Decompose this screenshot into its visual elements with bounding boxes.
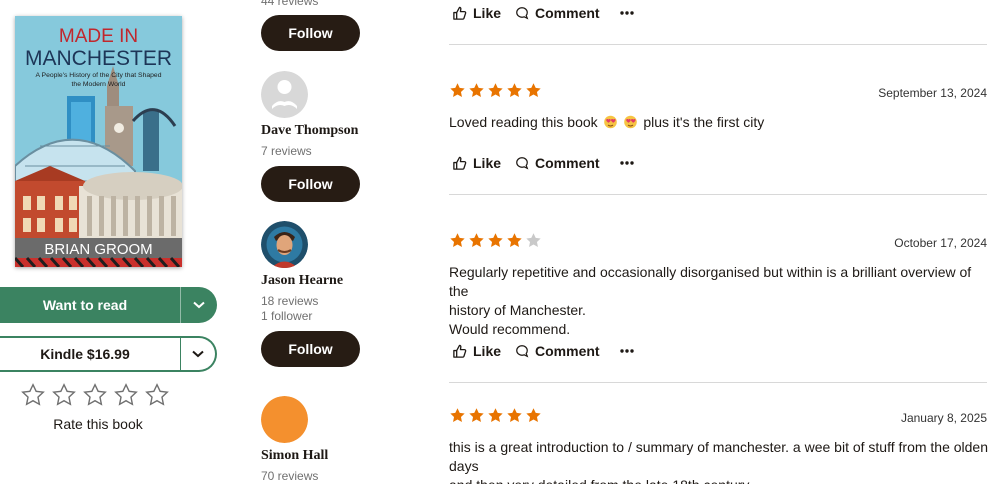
more-options-icon[interactable] [619, 161, 640, 165]
like-label[interactable]: Like [473, 155, 501, 171]
follow-button[interactable]: Follow [261, 166, 360, 202]
svg-text:MANCHESTER: MANCHESTER [25, 47, 172, 70]
comment-button[interactable]: Comment [515, 155, 600, 171]
filled-star-icon [487, 232, 504, 249]
reviewer-review-count: 7 reviews [261, 144, 312, 158]
review-text-line: Would recommend. [449, 321, 571, 337]
reviewer-name[interactable]: Jason Hearne [261, 273, 343, 289]
rate-star-2-icon[interactable] [51, 382, 77, 408]
want-to-read-button[interactable]: Want to read [0, 287, 217, 323]
comment-label[interactable]: Comment [535, 155, 600, 171]
reviewer-avatar[interactable] [261, 396, 308, 443]
reviewer-0-review-count: 44 reviews [261, 0, 319, 8]
kindle-buy-button[interactable]: Kindle $16.99 [0, 336, 217, 372]
filled-star-icon [487, 407, 504, 424]
review-text: Regularly repetitive and occasionally di… [449, 263, 989, 339]
review-text: Loved reading this book plus it's the fi… [449, 113, 989, 132]
filled-star-icon [487, 82, 504, 99]
reviewer-name[interactable]: Simon Hall [261, 448, 328, 464]
thumbs-up-icon [453, 6, 467, 20]
heart-face-emoji-icon [623, 115, 638, 129]
follow-button[interactable]: Follow [261, 15, 360, 51]
rate-this-book-label: Rate this book [53, 416, 143, 432]
filled-star-icon [449, 82, 466, 99]
rate-star-1-icon[interactable] [20, 382, 46, 408]
book-cover[interactable]: MADE IN MANCHESTER A People's History of… [15, 16, 182, 267]
review-actions: Like Comment [452, 5, 640, 21]
filled-star-icon [449, 232, 466, 249]
reviewer-card [261, 221, 308, 268]
like-button[interactable]: Like [452, 155, 501, 171]
review-text-line: history of Manchester. [449, 302, 586, 318]
review-actions: Like Comment [452, 343, 640, 359]
like-label[interactable]: Like [473, 343, 501, 359]
reviewer-name[interactable]: Dave Thompson [261, 123, 358, 139]
empty-star-icon [525, 232, 542, 249]
svg-text:MADE IN: MADE IN [59, 26, 138, 47]
more-options-icon[interactable] [619, 11, 640, 15]
book-cover-art: MADE IN MANCHESTER A People's History of… [15, 16, 182, 267]
reviewer-card [261, 71, 308, 118]
comment-button[interactable]: Comment [515, 5, 600, 21]
comment-label[interactable]: Comment [535, 343, 600, 359]
review-date[interactable]: October 17, 2024 [894, 236, 987, 250]
comment-bubble-icon [516, 345, 529, 358]
want-to-read-label[interactable]: Want to read [0, 297, 180, 313]
filled-star-icon [506, 407, 523, 424]
comment-button[interactable]: Comment [515, 343, 600, 359]
rate-book-stars[interactable] [20, 382, 170, 408]
rate-star-5-icon[interactable] [144, 382, 170, 408]
reviewer-avatar[interactable] [261, 221, 308, 268]
like-button[interactable]: Like [452, 5, 501, 21]
thumbs-up-icon [453, 156, 467, 170]
filled-star-icon [506, 82, 523, 99]
like-button[interactable]: Like [452, 343, 501, 359]
heart-face-emoji-icon [603, 115, 618, 129]
review-text-part: Loved reading this book [449, 114, 598, 130]
filled-star-icon [449, 407, 466, 424]
svg-text:the Modern World: the Modern World [72, 81, 126, 88]
review-text-part: plus it's the first city [643, 114, 765, 130]
reviewer-avatar[interactable] [261, 71, 308, 118]
review-date[interactable]: September 13, 2024 [878, 86, 987, 100]
shelf-dropdown-chevron-icon[interactable] [181, 301, 217, 309]
kindle-price-label[interactable]: Kindle $16.99 [0, 346, 180, 362]
reviewer-review-count: 18 reviews [261, 294, 319, 308]
reviewer-card [261, 396, 308, 443]
filled-star-icon [468, 407, 485, 424]
rate-star-4-icon[interactable] [113, 382, 139, 408]
like-label[interactable]: Like [473, 5, 501, 21]
reviewer-review-count: 70 reviews [261, 469, 319, 483]
review-text-line: Regularly repetitive and occasionally di… [449, 264, 972, 299]
filled-star-icon [468, 82, 485, 99]
review-divider [449, 194, 987, 195]
review-text-line: this is a great introduction to / summar… [449, 439, 989, 474]
buy-options-chevron-icon[interactable] [181, 350, 215, 358]
filled-star-icon [525, 407, 542, 424]
thumbs-up-icon [453, 344, 467, 358]
review-rating-stars [449, 82, 542, 99]
filled-star-icon [468, 232, 485, 249]
comment-bubble-icon [516, 7, 529, 20]
filled-star-icon [506, 232, 523, 249]
filled-star-icon [525, 82, 542, 99]
svg-text:A People's History of the City: A People's History of the City that Shap… [36, 72, 162, 79]
reviewer-follower-count: 1 follower [261, 309, 313, 323]
rate-star-3-icon[interactable] [82, 382, 108, 408]
review-rating-stars [449, 407, 542, 424]
follow-button[interactable]: Follow [261, 331, 360, 367]
review-text-line: and then very detailed from the late 18t… [449, 476, 989, 484]
more-options-icon[interactable] [619, 349, 640, 353]
review-actions: Like Comment [452, 155, 640, 171]
review-text: this is a great introduction to / summar… [449, 438, 989, 484]
comment-bubble-icon [516, 157, 529, 170]
review-rating-stars [449, 232, 542, 249]
review-divider [449, 44, 987, 45]
svg-text:BRIAN GROOM: BRIAN GROOM [44, 241, 152, 258]
review-divider [449, 382, 987, 383]
comment-label[interactable]: Comment [535, 5, 600, 21]
review-date[interactable]: January 8, 2025 [901, 411, 987, 425]
